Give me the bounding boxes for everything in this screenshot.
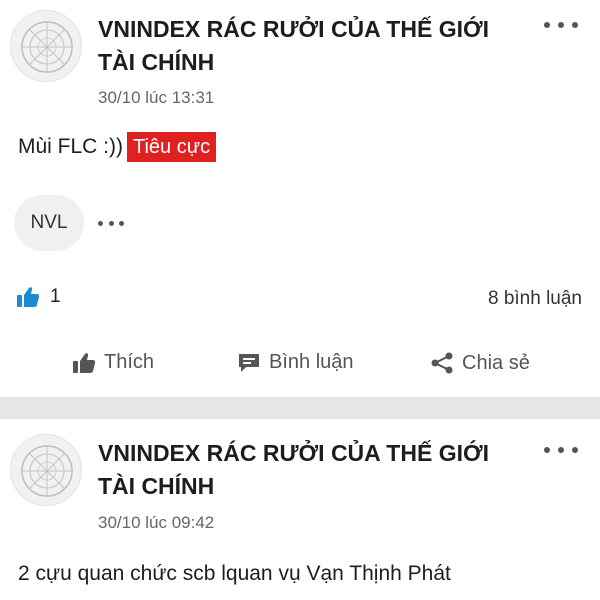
more-options-icon[interactable] (544, 440, 578, 460)
post-divider (0, 397, 600, 419)
tags-more-icon[interactable] (98, 215, 124, 231)
share-button[interactable]: Chia sẻ (430, 351, 530, 375)
avatar-logo (21, 21, 73, 73)
share-icon (431, 352, 453, 374)
post-action-bar: Thích Bình luận Chia sẻ (0, 345, 600, 389)
avatar-logo (21, 445, 73, 497)
like-button[interactable]: Thích (72, 351, 154, 374)
share-button-label: Chia sẻ (462, 351, 530, 374)
thumbs-up-icon (17, 287, 40, 307)
post-body-text: 2 cựu quan chức scb lquan vụ Vạn Thịnh P… (18, 562, 451, 585)
like-button-label: Thích (104, 351, 155, 373)
comment-count[interactable]: 8 bình luận (488, 288, 582, 310)
like-count: 1 (50, 286, 61, 307)
post-body-text: Mùi FLC :)) (18, 135, 123, 158)
group-avatar[interactable] (10, 10, 82, 82)
sentiment-badge: Tiêu cực (127, 132, 217, 162)
comment-icon (239, 353, 259, 372)
like-summary[interactable]: 1 (16, 286, 61, 308)
stock-tag-chip[interactable]: NVL (14, 195, 84, 251)
post-timestamp: 30/10 lúc 13:31 (98, 88, 215, 107)
more-options-icon[interactable] (544, 15, 578, 35)
comment-button[interactable]: Bình luận (237, 351, 354, 374)
thumbs-up-icon (73, 352, 96, 373)
group-title[interactable]: VNINDEX RÁC RƯỞI CỦA THẾ GIỚI TÀI CHÍNH (98, 437, 518, 503)
group-title[interactable]: VNINDEX RÁC RƯỞI CỦA THẾ GIỚI TÀI CHÍNH (98, 13, 518, 79)
post-timestamp: 30/10 lúc 09:42 (98, 513, 215, 532)
comment-button-label: Bình luận (269, 351, 354, 373)
group-avatar[interactable] (10, 434, 82, 506)
post-body: Mùi FLC :)) Tiêu cực (18, 131, 217, 163)
